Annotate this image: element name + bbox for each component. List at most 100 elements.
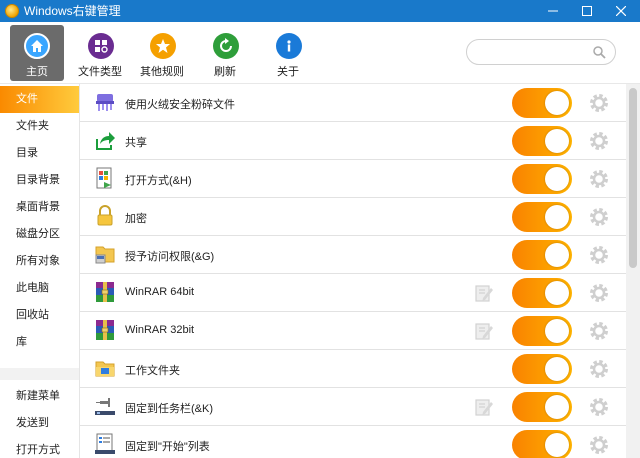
tool-other-rules[interactable]: 其他规则 — [132, 25, 192, 81]
gear-icon[interactable] — [588, 358, 610, 380]
item-label: 固定到"开始"列表 — [125, 441, 210, 453]
tool-label: 其他规则 — [140, 66, 184, 78]
toggle-knob — [545, 281, 569, 305]
list-item: 共享 — [80, 122, 626, 160]
tool-label: 主页 — [26, 66, 48, 78]
item-label: 工作文件夹 — [125, 365, 180, 377]
file-types-icon — [88, 33, 114, 59]
info-icon — [276, 33, 302, 59]
winrar-icon — [96, 320, 114, 340]
enable-toggle[interactable] — [512, 278, 572, 308]
item-label: 固定到任务栏(&K) — [125, 403, 213, 415]
minimize-button[interactable] — [536, 0, 570, 22]
list-item: WinRAR 64bit — [80, 274, 626, 312]
gear-icon[interactable] — [588, 396, 610, 418]
enable-toggle[interactable] — [512, 164, 572, 194]
list-item: WinRAR 32bit — [80, 312, 626, 350]
gear-icon[interactable] — [588, 320, 610, 342]
list-item: 打开方式(&H) — [80, 160, 626, 198]
list-item: 加密 — [80, 198, 626, 236]
gear-icon[interactable] — [588, 282, 610, 304]
gear-icon[interactable] — [588, 130, 610, 152]
toggle-knob — [545, 243, 569, 267]
toggle-knob — [545, 319, 569, 343]
toggle-knob — [545, 433, 569, 457]
enable-toggle[interactable] — [512, 430, 572, 458]
maximize-icon — [582, 6, 592, 16]
tool-home[interactable]: 主页 — [10, 25, 64, 81]
toggle-knob — [545, 129, 569, 153]
item-label: 打开方式(&H) — [125, 175, 192, 187]
sidebar-item-file[interactable]: 文件 — [0, 86, 79, 113]
edit-icon[interactable] — [474, 397, 494, 417]
open-with-icon — [96, 167, 112, 189]
item-label: WinRAR 32bit — [125, 324, 195, 336]
item-label: 授予访问权限(&G) — [125, 251, 215, 263]
enable-toggle[interactable] — [512, 354, 572, 384]
home-icon — [24, 33, 50, 59]
toggle-knob — [545, 395, 569, 419]
gear-icon[interactable] — [588, 206, 610, 228]
enable-toggle[interactable] — [512, 316, 572, 346]
sidebar-item-all-objects[interactable]: 所有对象 — [0, 248, 79, 275]
enable-toggle[interactable] — [512, 240, 572, 270]
gear-icon[interactable] — [588, 434, 610, 456]
enable-toggle[interactable] — [512, 202, 572, 232]
toggle-knob — [545, 205, 569, 229]
sidebar-item-open-with[interactable]: 打开方式 — [0, 437, 79, 458]
enable-toggle[interactable] — [512, 126, 572, 156]
enable-toggle[interactable] — [512, 88, 572, 118]
gear-icon[interactable] — [588, 244, 610, 266]
item-label: 加密 — [125, 213, 147, 225]
gear-icon[interactable] — [588, 92, 610, 114]
sidebar-item-recycle-bin[interactable]: 回收站 — [0, 302, 79, 329]
enable-toggle[interactable] — [512, 392, 572, 422]
sidebar: 文件 文件夹 目录 目录背景 桌面背景 磁盘分区 所有对象 此电脑 回收站 库 … — [0, 84, 80, 458]
sidebar-item-send-to[interactable]: 发送到 — [0, 410, 79, 437]
list-item: 使用火绒安全粉碎文件 — [80, 84, 626, 122]
toolbar: 主页 文件类型 其他规则 刷新 关于 — [0, 22, 640, 84]
close-icon — [616, 6, 626, 16]
sidebar-item-folder[interactable]: 文件夹 — [0, 113, 79, 140]
tool-label: 文件类型 — [78, 66, 122, 78]
gear-icon[interactable] — [588, 168, 610, 190]
scrollbar[interactable] — [626, 84, 640, 458]
tool-file-types[interactable]: 文件类型 — [70, 25, 130, 81]
work-folder-icon — [95, 361, 115, 377]
scrollbar-thumb[interactable] — [629, 88, 637, 268]
close-button[interactable] — [604, 0, 638, 22]
sidebar-item-library[interactable]: 库 — [0, 329, 79, 356]
sidebar-item-drive[interactable]: 磁盘分区 — [0, 221, 79, 248]
search-input[interactable] — [466, 39, 616, 65]
sidebar-item-new-menu[interactable]: 新建菜单 — [0, 383, 79, 410]
sidebar-item-directory[interactable]: 目录 — [0, 140, 79, 167]
window-title: Windows右键管理 — [24, 4, 121, 18]
sidebar-item-this-pc[interactable]: 此电脑 — [0, 275, 79, 302]
sidebar-divider — [0, 368, 79, 380]
winrar-icon — [96, 282, 114, 302]
title-bar: Windows右键管理 — [0, 0, 640, 22]
list-item: 固定到任务栏(&K) — [80, 388, 626, 426]
toggle-knob — [545, 357, 569, 381]
app-icon — [5, 4, 19, 18]
shredder-icon — [96, 94, 114, 111]
item-label: WinRAR 64bit — [125, 286, 195, 298]
tool-refresh[interactable]: 刷新 — [195, 25, 255, 81]
lock-icon — [97, 205, 113, 226]
sidebar-item-directory-background[interactable]: 目录背景 — [0, 167, 79, 194]
toggle-knob — [545, 167, 569, 191]
edit-icon[interactable] — [474, 321, 494, 341]
tool-label: 关于 — [277, 66, 299, 78]
list-item: 工作文件夹 — [80, 350, 626, 388]
pin-start-icon — [95, 433, 115, 454]
item-label: 共享 — [125, 137, 147, 149]
item-label: 使用火绒安全粉碎文件 — [125, 99, 235, 111]
menu-item-list: 使用火绒安全粉碎文件 共享 打开方式(&H) 加密 授予访问权限(&G) Win… — [80, 84, 626, 458]
tool-label: 刷新 — [214, 66, 236, 78]
tool-about[interactable]: 关于 — [258, 25, 318, 81]
sidebar-item-desktop-background[interactable]: 桌面背景 — [0, 194, 79, 221]
edit-icon[interactable] — [474, 283, 494, 303]
toggle-knob — [545, 91, 569, 115]
maximize-button[interactable] — [570, 0, 604, 22]
grant-access-icon — [95, 246, 115, 264]
